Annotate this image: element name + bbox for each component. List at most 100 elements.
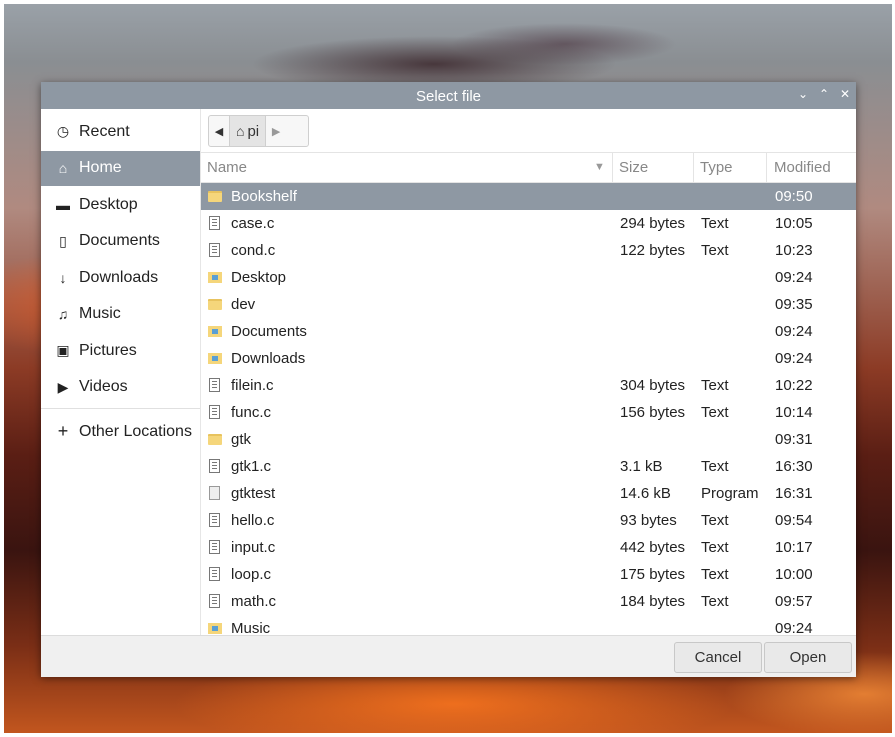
file-list: Name ▼ Size Type Modified Bookshelf 09:50… (201, 152, 856, 635)
file-name: filein.c (231, 377, 274, 394)
file-row[interactable]: gtk1.c 3.1 kB Text 16:30 (201, 453, 856, 480)
file-type: Text (701, 215, 729, 232)
file-name: gtktest (231, 485, 276, 502)
sidebar-item-documents[interactable]: ▯ Documents (41, 224, 200, 259)
text-file-icon (208, 540, 222, 554)
file-row[interactable]: Documents 09:24 (201, 318, 856, 345)
sidebar-item-music[interactable]: ♫ Music (41, 297, 200, 332)
sidebar-item-videos[interactable]: ▶ Videos (41, 370, 200, 405)
sidebar-item-label: Home (79, 159, 122, 176)
file-size: 156 bytes (620, 404, 686, 421)
special-folder-icon (208, 351, 222, 365)
file-name: loop.c (231, 566, 272, 583)
sidebar-item-label: Recent (79, 122, 130, 140)
file-row[interactable]: math.c 184 bytes Text 09:57 (201, 588, 856, 615)
file-list-header: Name ▼ Size Type Modified (201, 152, 856, 183)
close-icon[interactable]: ✕ (838, 87, 852, 101)
file-modified: 16:30 (775, 458, 813, 475)
sidebar-item-other-locations[interactable]: + Other Locations (41, 414, 200, 449)
file-row[interactable]: filein.c 304 bytes Text 10:22 (201, 372, 856, 399)
file-name: input.c (231, 539, 276, 556)
sort-arrow-icon: ▼ (594, 161, 605, 173)
file-name: Desktop (231, 269, 287, 286)
minimize-icon[interactable]: ⌄ (796, 87, 810, 101)
file-size: 304 bytes (620, 377, 686, 394)
column-header-size[interactable]: Size (619, 159, 648, 176)
file-modified: 10:14 (775, 404, 813, 421)
cancel-button[interactable]: Cancel (674, 642, 762, 673)
file-type: Text (701, 512, 729, 529)
maximize-icon[interactable]: ⌃ (817, 87, 831, 101)
file-name: Music (231, 620, 271, 635)
back-arrow-icon[interactable]: ◀ (209, 125, 229, 138)
text-file-icon (208, 459, 222, 473)
sidebar-item-label: Downloads (79, 268, 159, 286)
sidebar-item-label: Other Locations (79, 422, 192, 440)
sidebar-item-label: Pictures (79, 341, 137, 359)
folder-icon (208, 189, 222, 203)
file-size: 442 bytes (620, 539, 686, 556)
special-folder-icon (208, 621, 222, 635)
file-modified: 09:54 (775, 512, 813, 529)
file-row[interactable]: Downloads 09:24 (201, 345, 856, 372)
file-size: 122 bytes (620, 242, 686, 259)
file-type: Text (701, 242, 729, 259)
file-row[interactable]: gtktest 14.6 kB Program 16:31 (201, 480, 856, 507)
file-type: Text (701, 566, 729, 583)
file-row[interactable]: hello.c 93 bytes Text 09:54 (201, 507, 856, 534)
folder-icon (208, 297, 222, 311)
dialog-footer: Cancel Open (41, 635, 856, 677)
file-name: math.c (231, 593, 277, 610)
file-type: Text (701, 404, 729, 421)
file-row[interactable]: func.c 156 bytes Text 10:14 (201, 399, 856, 426)
sidebar-item-label: Documents (79, 232, 160, 249)
file-row[interactable]: input.c 442 bytes Text 10:17 (201, 534, 856, 561)
file-type: Text (701, 539, 729, 556)
file-row[interactable]: dev 09:35 (201, 291, 856, 318)
plus-icon: + (57, 421, 69, 441)
path-crumb-home[interactable]: ⌂ pi (229, 116, 267, 146)
sidebar-item-downloads[interactable]: ↓ Downloads (41, 260, 200, 295)
column-separator (766, 153, 767, 182)
file-name: case.c (231, 215, 275, 232)
folder-icon: ▬ (56, 196, 70, 213)
file-row[interactable]: cond.c 122 bytes Text 10:23 (201, 237, 856, 264)
file-row[interactable]: Music 09:24 (201, 615, 856, 635)
file-modified: 09:31 (775, 431, 813, 448)
file-row[interactable]: Bookshelf 09:50 (201, 183, 856, 210)
file-row[interactable]: gtk 09:31 (201, 426, 856, 453)
document-icon: ▯ (59, 232, 67, 249)
special-folder-icon (208, 270, 222, 284)
file-modified: 10:23 (775, 242, 813, 259)
sidebar-item-recent[interactable]: ◷ Recent (41, 114, 200, 149)
file-size: 14.6 kB (620, 485, 671, 502)
column-header-modified[interactable]: Modified (774, 159, 831, 176)
file-row[interactable]: Desktop 09:24 (201, 264, 856, 291)
column-header-name[interactable]: Name (207, 159, 247, 176)
sidebar-item-pictures[interactable]: ▣ Pictures (41, 333, 200, 368)
column-separator (612, 153, 613, 182)
column-separator (693, 153, 694, 182)
text-file-icon (208, 513, 222, 527)
forward-arrow-icon[interactable]: ▶ (266, 125, 286, 138)
titlebar[interactable]: Select file ⌄ ⌃ ✕ (41, 82, 856, 109)
file-row[interactable]: loop.c 175 bytes Text 10:00 (201, 561, 856, 588)
open-button[interactable]: Open (764, 642, 852, 673)
camera-icon: ▣ (56, 342, 70, 358)
file-size: 175 bytes (620, 566, 686, 583)
file-chooser-dialog: Select file ⌄ ⌃ ✕ ◷ Recent ⌂ Home ▬ Desktop ▯ D… (41, 82, 856, 677)
sidebar-item-desktop[interactable]: ▬ Desktop (41, 187, 200, 222)
file-modified: 09:35 (775, 296, 813, 313)
file-modified: 09:24 (775, 620, 813, 635)
column-header-type[interactable]: Type (700, 159, 733, 176)
sidebar-item-home[interactable]: ⌂ Home (41, 150, 200, 186)
file-row[interactable]: case.c 294 bytes Text 10:05 (201, 210, 856, 237)
text-file-icon (208, 243, 222, 257)
file-modified: 10:17 (775, 539, 813, 556)
file-name: dev (231, 296, 256, 313)
path-bar: ◀ ⌂ pi ▶ (208, 115, 309, 147)
video-icon: ▶ (57, 378, 69, 395)
download-arrow-icon: ↓ (59, 269, 67, 286)
file-type: Program (701, 485, 759, 502)
executable-icon (208, 486, 222, 500)
